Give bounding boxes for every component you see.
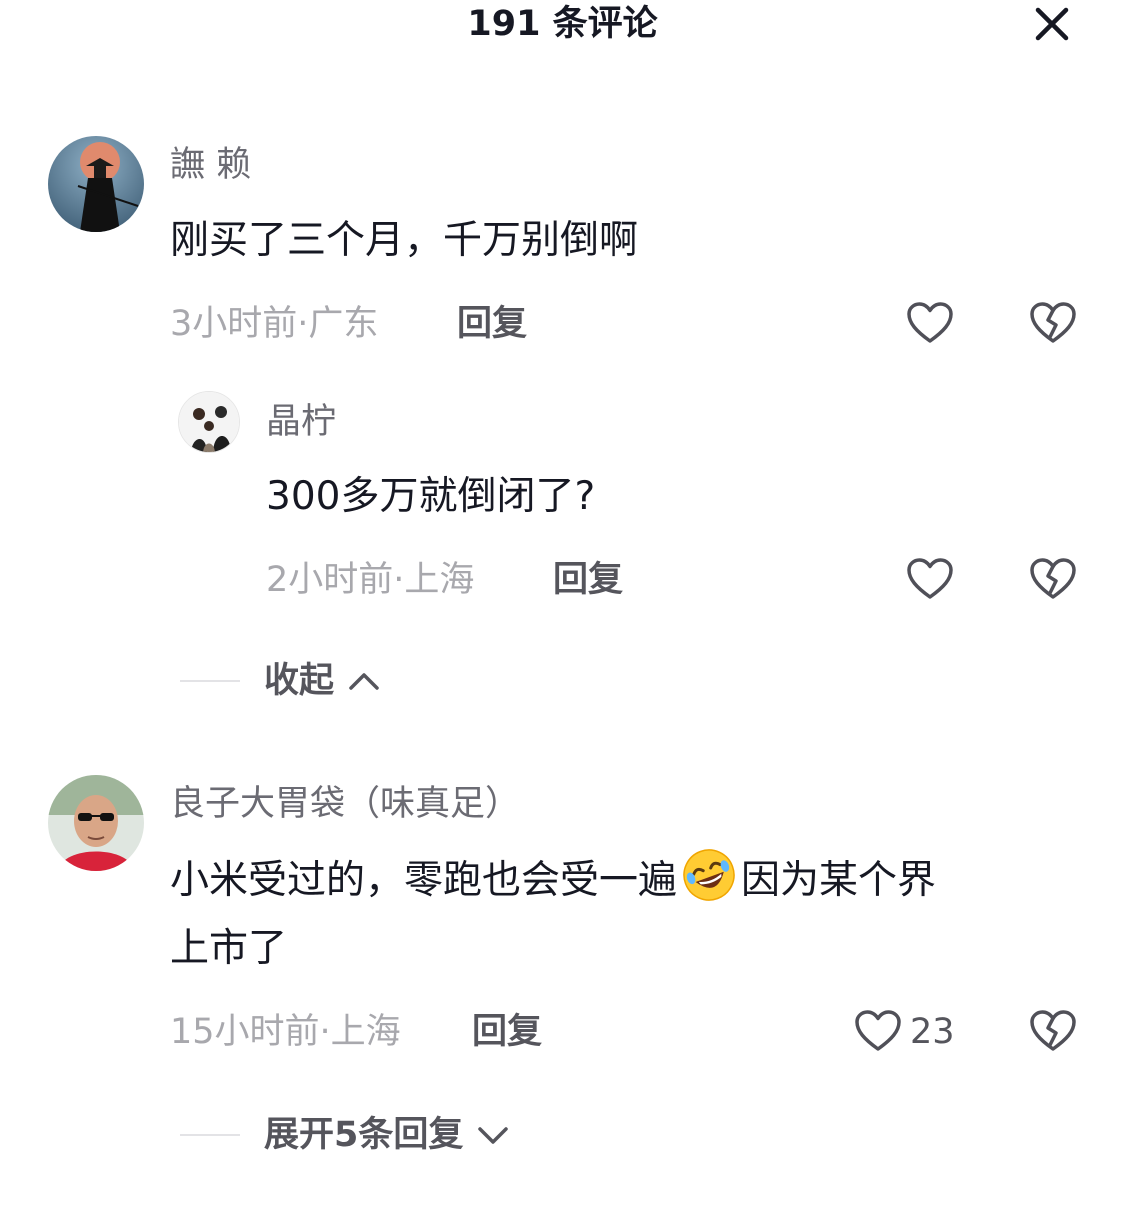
avatar[interactable]	[178, 391, 240, 453]
comment-text-part1: 小米受过的，零跑也会受一遍	[170, 858, 678, 903]
collapse-replies-button[interactable]: 收起	[264, 659, 380, 703]
comment-text-line2: 上市了	[170, 926, 288, 971]
dislike-button[interactable]	[1027, 297, 1079, 349]
chevron-down-icon	[477, 1125, 509, 1145]
avatar[interactable]	[48, 775, 144, 871]
broken-heart-icon	[1030, 558, 1076, 599]
avatar[interactable]	[48, 136, 144, 232]
rolling-on-floor-laughing-emoji	[683, 849, 735, 901]
broken-heart-icon	[1030, 302, 1076, 343]
like-button[interactable]	[852, 1005, 904, 1057]
dislike-button[interactable]	[1027, 1005, 1079, 1057]
thread-divider	[180, 680, 240, 682]
collapse-label: 收起	[264, 661, 335, 701]
broken-heart-icon	[1030, 1010, 1076, 1051]
expand-replies-button[interactable]: 展开5条回复	[264, 1113, 509, 1157]
reply-text: 300多万就倒闭了?	[266, 474, 596, 519]
reply-button[interactable]: 回复	[553, 558, 623, 602]
dislike-button[interactable]	[1027, 553, 1079, 605]
comment-meta: 15小时前·上海	[170, 1012, 401, 1052]
reply-meta: 2小时前·上海	[266, 560, 475, 600]
heart-outline-icon	[855, 1010, 901, 1051]
comment-text-part2: 因为某个界	[741, 858, 937, 903]
comment-text: 小米受过的，零跑也会受一遍 因为某个界	[170, 847, 936, 914]
reply-button[interactable]: 回复	[457, 302, 527, 346]
comment-text: 刚买了三个月，千万别倒啊	[170, 218, 639, 263]
reply-button[interactable]: 回复	[472, 1010, 542, 1054]
comment-author[interactable]: 譕 赖	[170, 143, 251, 187]
reply-author[interactable]: 晶柠	[266, 400, 336, 444]
heart-outline-icon	[907, 302, 953, 343]
close-button[interactable]	[1030, 4, 1074, 44]
like-button[interactable]	[904, 297, 956, 349]
expand-label: 展开5条回复	[264, 1115, 464, 1155]
close-icon	[1035, 7, 1069, 41]
heart-outline-icon	[907, 558, 953, 599]
like-button[interactable]	[904, 553, 956, 605]
comments-count-title: 191 条评论	[467, 4, 658, 44]
comment-author[interactable]: 良子大胃袋（味真足）	[170, 782, 520, 826]
like-count: 23	[910, 1012, 955, 1052]
thread-divider	[180, 1134, 240, 1136]
comment-meta: 3小时前·广东	[170, 304, 379, 344]
chevron-up-icon	[348, 671, 380, 691]
comments-panel: 191 条评论 譕 赖 刚买了三个月，千万别倒啊 3小时前·广东 回复 晶柠 3…	[0, 0, 1125, 1223]
